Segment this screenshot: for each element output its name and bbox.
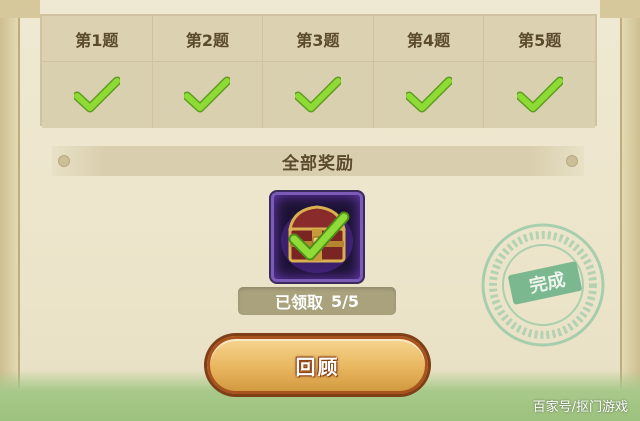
quiz-result-panel: 第1题 第2题 第3题 第4题 第5题 全部奖励 已领取 5/5 完成 回顾 百… [0,0,640,421]
question-header: 第2题 [152,16,264,62]
correct-check-icon [73,76,120,114]
correct-check-icon [184,76,231,114]
question-results-grid: 第1题 第2题 第3题 第4题 第5题 [40,14,597,128]
claim-progress-count: 5/5 [330,291,360,311]
panel-frame-corner [0,0,40,18]
review-button[interactable]: 回顾 [207,336,428,394]
all-rewards-banner: 全部奖励 [52,146,584,176]
question-header: 第3题 [263,16,374,62]
question-result-cell [263,62,374,128]
claimed-label: 已领取 [274,293,323,312]
question-result-cell [152,62,264,128]
question-header: 第4题 [373,16,485,62]
treasure-chest-icon [281,205,353,273]
correct-check-icon [405,76,452,114]
panel-frame-corner [600,0,640,18]
question-header: 第5题 [484,16,595,62]
all-rewards-title: 全部奖励 [282,153,354,174]
panel-frame-right [620,0,640,421]
watermark-text: 百家号/抠门游戏 [532,400,628,415]
question-result-cell [42,62,153,128]
panel-frame-left [0,0,20,421]
banner-ornament-icon [566,155,578,167]
banner-ornament-icon [58,155,70,167]
question-result-cell [484,62,595,128]
question-header: 第1题 [42,16,153,62]
reward-claim-status: 已领取 5/5 [238,287,396,315]
reward-item-slot[interactable] [271,192,363,282]
correct-check-icon [516,76,563,114]
correct-check-icon [294,76,341,114]
question-result-cell [373,62,485,128]
